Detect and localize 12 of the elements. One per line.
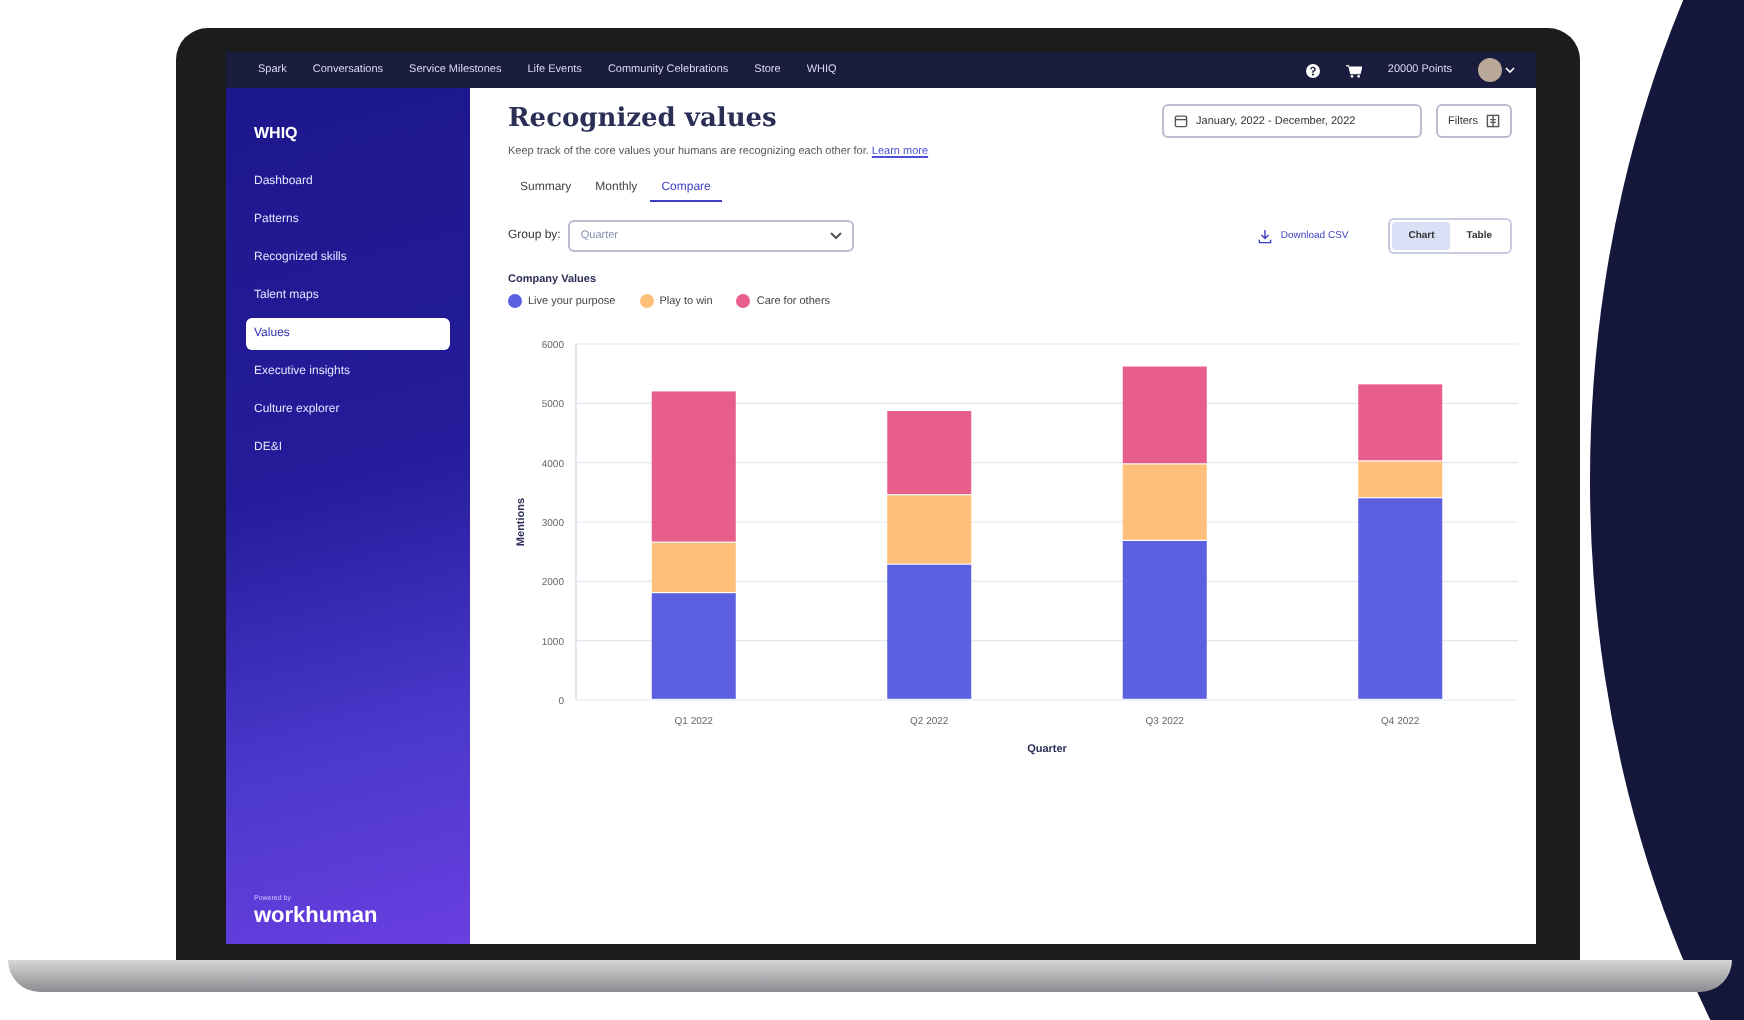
chevron-down-icon	[830, 232, 843, 240]
help-icon[interactable]	[1305, 63, 1320, 77]
bar-segment	[1122, 366, 1207, 464]
bar-segment	[887, 411, 972, 495]
sidebar-title: WHIQ	[254, 124, 300, 142]
filter-icon	[1486, 114, 1500, 128]
cart-icon[interactable]	[1345, 63, 1362, 77]
calendar-icon	[1174, 114, 1189, 128]
download-icon	[1258, 229, 1273, 243]
avatar-icon[interactable]	[1478, 58, 1516, 82]
brand-logo: workhuman	[254, 904, 380, 928]
page-title: Recognized values	[508, 104, 779, 134]
